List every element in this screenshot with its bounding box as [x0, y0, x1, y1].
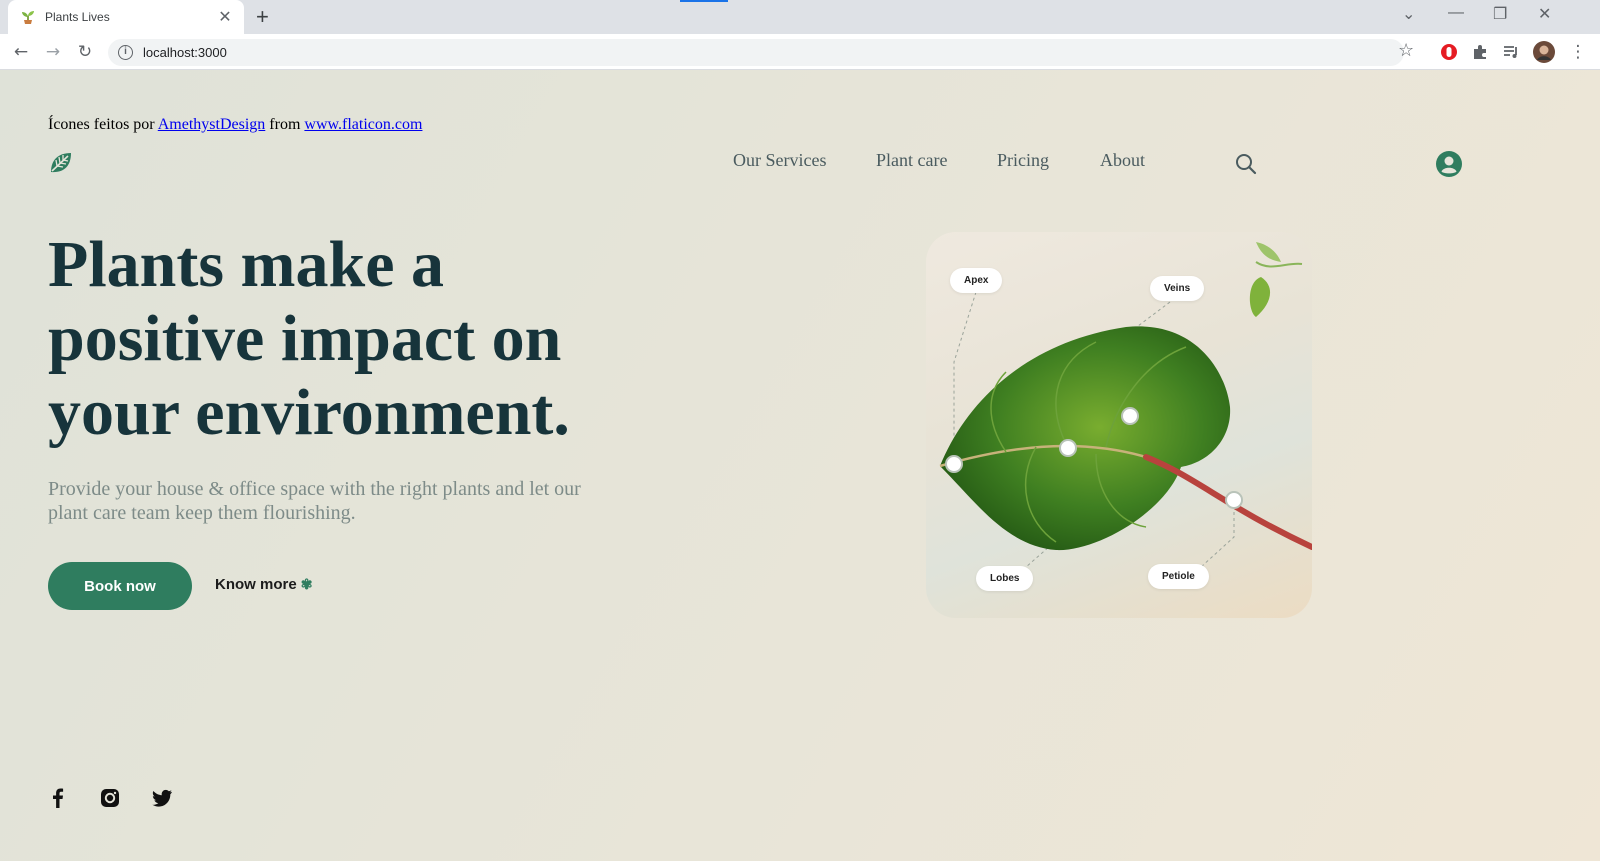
loading-indicator [680, 0, 728, 2]
headline-line-3: your environment. [48, 376, 570, 449]
profile-avatar[interactable] [1533, 41, 1555, 63]
know-more-link[interactable]: Know more ✾ [215, 576, 312, 593]
nav-pricing[interactable]: Pricing [997, 150, 1049, 171]
headline-line-1: Plants make a [48, 228, 444, 301]
plant-favicon-icon [22, 11, 34, 24]
credit-middle: from [265, 116, 305, 133]
nav-about[interactable]: About [1100, 150, 1145, 171]
credit-author-link[interactable]: AmethystDesign [158, 116, 266, 133]
icon-credit: Ícones feitos por AmethystDesign from ww… [48, 116, 422, 134]
marker-petiole[interactable] [1225, 491, 1243, 509]
browser-tab[interactable]: Plants Lives ✕ [8, 0, 244, 34]
user-circle-icon[interactable] [1436, 151, 1462, 177]
headline-line-2: positive impact on [48, 302, 562, 375]
browser-toolbar: ← → ↻ i localhost:3000 ☆ ⋮ [0, 34, 1600, 70]
know-more-label: Know more [215, 576, 297, 593]
site-info-icon[interactable]: i [118, 45, 133, 60]
bookmark-star-icon[interactable]: ☆ [1398, 40, 1414, 61]
label-petiole: Petiole [1148, 564, 1209, 589]
credit-prefix: Ícones feitos por [48, 116, 158, 133]
extensions-puzzle-icon[interactable] [1471, 43, 1489, 61]
forward-icon[interactable]: → [41, 40, 65, 64]
nav-plant-care[interactable]: Plant care [876, 150, 947, 171]
label-apex: Apex [950, 268, 1003, 293]
search-icon[interactable] [1234, 152, 1258, 176]
marker-lobes[interactable] [1059, 439, 1077, 457]
twitter-icon[interactable] [150, 786, 174, 810]
hero-subtext: Provide your house & office space with t… [48, 478, 581, 524]
label-veins: Veins [1150, 276, 1205, 301]
marker-apex[interactable] [945, 455, 963, 473]
book-now-button[interactable]: Book now [48, 562, 192, 610]
back-icon[interactable]: ← [9, 40, 33, 64]
tab-title: Plants Lives [45, 10, 110, 24]
facebook-icon[interactable] [46, 786, 70, 810]
adblock-extension-icon[interactable] [1440, 43, 1458, 61]
credit-site-link[interactable]: www.flaticon.com [304, 116, 422, 133]
sprout-leaf-icon [1249, 277, 1271, 317]
marker-veins[interactable] [1121, 407, 1139, 425]
leaf-logo-icon[interactable] [48, 150, 74, 176]
minimize-icon[interactable]: — [1448, 4, 1464, 22]
tab-search-icon[interactable]: ⌄ [1402, 4, 1415, 24]
hero-headline: Plants make a positive impact on your en… [48, 228, 668, 450]
reload-icon[interactable]: ↻ [73, 40, 97, 64]
leaf-anatomy-card: Apex Veins Lobes Petiole [926, 232, 1312, 618]
browser-menu-icon[interactable]: ⋮ [1566, 40, 1590, 64]
media-queue-icon[interactable] [1502, 43, 1520, 61]
label-lobes: Lobes [976, 566, 1034, 591]
instagram-icon[interactable] [98, 786, 122, 810]
address-bar[interactable]: i localhost:3000 [108, 39, 1404, 66]
browser-tab-bar: Plants Lives ✕ + ⌄ — ❐ ✕ [0, 0, 1600, 34]
nav-our-services[interactable]: Our Services [733, 150, 826, 171]
restore-icon[interactable]: ❐ [1493, 4, 1507, 24]
url-text: localhost:3000 [143, 45, 227, 60]
tab-close-icon[interactable]: ✕ [216, 7, 234, 27]
new-tab-button[interactable]: + [256, 4, 269, 30]
page-content: Ícones feitos por AmethystDesign from ww… [0, 70, 1600, 861]
leaf-accent-icon: ✾ [300, 576, 313, 592]
window-close-icon[interactable]: ✕ [1538, 4, 1551, 24]
